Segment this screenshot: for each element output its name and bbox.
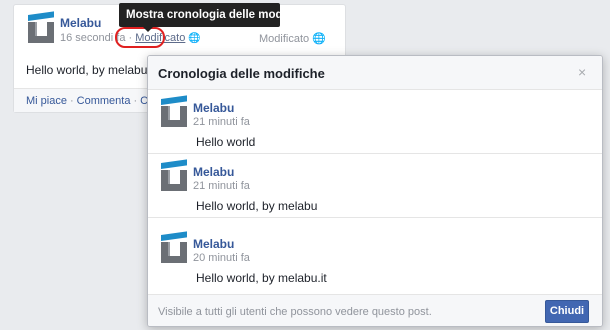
dialog-header: Cronologia delle modifiche × [148,56,602,90]
post-meta-right: Modificato 🌐 [259,32,326,45]
entry-time: 20 minuti fa [193,252,250,264]
visibility-note: Visibile a tutti gli utenti che possono … [158,306,432,318]
entry-author[interactable]: Melabu [193,237,234,251]
tooltip-arrow [143,27,153,32]
entry-text: Hello world [196,135,256,149]
melabu-logo-icon[interactable] [161,159,187,191]
entry-time: 21 minuti fa [193,180,250,192]
post-author[interactable]: Melabu [60,16,101,30]
close-icon[interactable]: × [578,65,586,79]
dialog-title: Cronologia delle modifiche [158,66,325,81]
entry-text: Hello world, by melabu.it [196,271,327,285]
entry-author[interactable]: Melabu [193,101,234,115]
globe-icon: 🌐 [312,33,326,45]
melabu-logo-icon[interactable] [161,95,187,127]
entry-author[interactable]: Melabu [193,165,234,179]
post-text: Hello world, by melabu.it [26,63,157,77]
melabu-logo-icon[interactable] [28,11,54,43]
edit-history-tooltip: Mostra cronologia delle modifiche [119,3,313,32]
melabu-logo-icon[interactable] [161,231,187,263]
like-link[interactable]: Mi piace [26,95,67,107]
comment-link[interactable]: Commenta [77,95,131,107]
entry-time: 21 minuti fa [193,116,250,128]
dialog-footer: Visibile a tutti gli utenti che possono … [148,294,602,326]
history-entry: Melabu 21 minuti fa Hello world, by mela… [148,154,602,218]
tooltip-text: Mostra cronologia delle modifiche [126,9,313,21]
history-entry: Melabu 21 minuti fa Hello world [148,90,602,154]
history-entry: Melabu 20 minuti fa Hello world, by mela… [148,226,602,289]
edit-history-dialog: Cronologia delle modifiche × Melabu 21 m… [147,55,603,327]
globe-icon: 🌐 [188,33,201,44]
entry-text: Hello world, by melabu [196,199,318,213]
edited-highlight-ring [115,27,165,48]
close-button[interactable]: Chiudi [545,300,589,323]
edited-link-secondary[interactable]: Modificato [259,33,309,45]
